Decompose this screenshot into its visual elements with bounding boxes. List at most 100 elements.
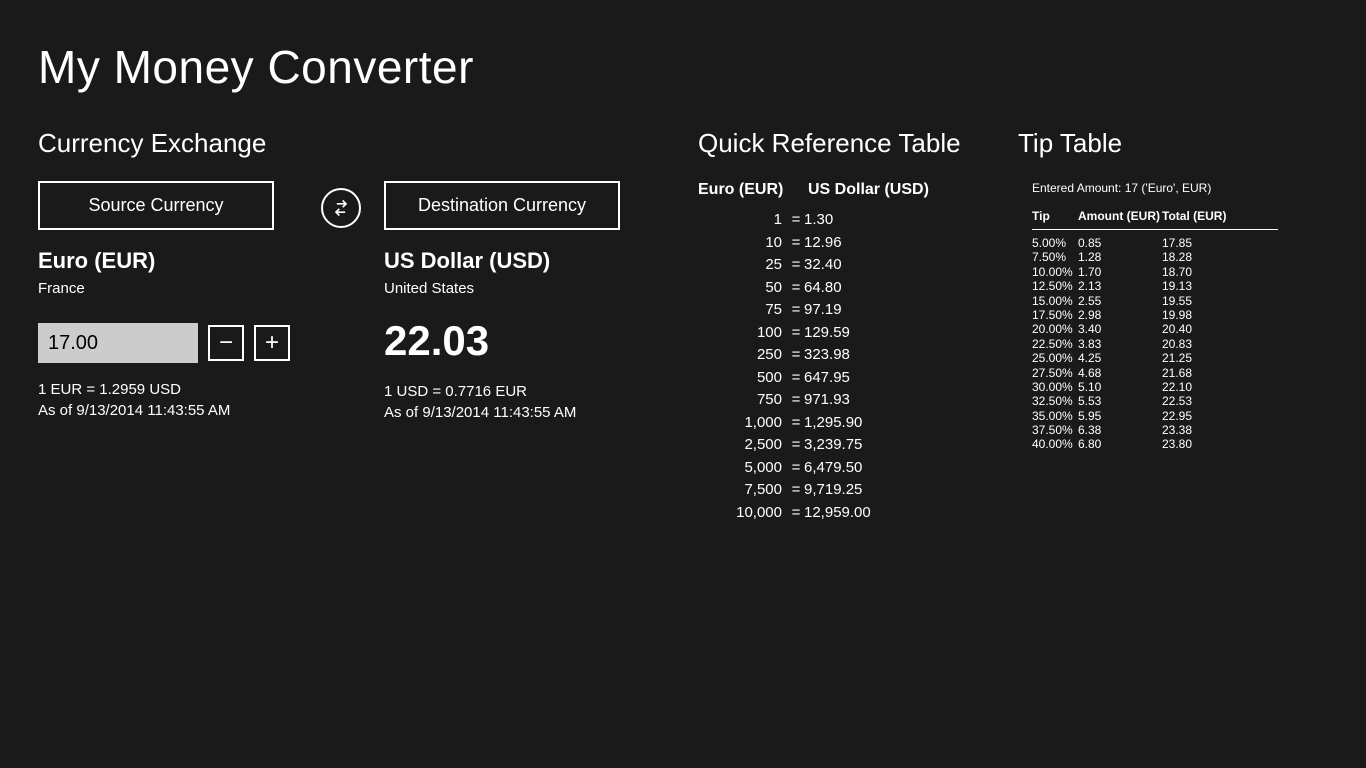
quickref-row: 10,000=12,959.00: [698, 502, 978, 525]
quickref-row: 500=647.95: [698, 367, 978, 390]
app-title: My Money Converter: [38, 40, 1328, 94]
tip-entered-amount: Entered Amount: 17 ('Euro', EUR): [1032, 181, 1278, 195]
quickref-eur: 2,500: [698, 434, 788, 457]
tip-amount: 1.28: [1078, 250, 1162, 264]
tip-total: 20.40: [1162, 322, 1232, 336]
quickref-usd: 12.96: [804, 232, 842, 255]
tip-row: 27.50%4.6821.68: [1032, 366, 1278, 380]
quickref-row: 750=971.93: [698, 389, 978, 412]
quickref-eur: 5,000: [698, 457, 788, 480]
tip-percent: 30.00%: [1032, 380, 1078, 394]
quickref-usd: 1.30: [804, 209, 833, 232]
source-asof: As of 9/13/2014 11:43:55 AM: [38, 402, 298, 419]
tip-row: 7.50%1.2818.28: [1032, 250, 1278, 264]
equals-sign: =: [788, 389, 804, 412]
plus-icon: +: [265, 331, 279, 355]
decrement-button[interactable]: −: [208, 325, 244, 361]
tip-total: 18.70: [1162, 265, 1232, 279]
source-currency-country: France: [38, 280, 298, 297]
destination-currency-button[interactable]: Destination Currency: [384, 181, 620, 230]
quickref-eur: 1: [698, 209, 788, 232]
equals-sign: =: [788, 322, 804, 345]
tip-row: 25.00%4.2521.25: [1032, 351, 1278, 365]
tip-amount: 5.95: [1078, 409, 1162, 423]
tip-percent: 17.50%: [1032, 308, 1078, 322]
tip-amount: 2.55: [1078, 294, 1162, 308]
dest-asof: As of 9/13/2014 11:43:55 AM: [384, 404, 644, 421]
tip-row: 10.00%1.7018.70: [1032, 265, 1278, 279]
equals-sign: =: [788, 457, 804, 480]
tip-percent: 10.00%: [1032, 265, 1078, 279]
tip-percent: 7.50%: [1032, 250, 1078, 264]
swap-button[interactable]: [321, 188, 361, 228]
tip-header-tip: Tip: [1032, 209, 1078, 223]
tip-row: 30.00%5.1022.10: [1032, 380, 1278, 394]
equals-sign: =: [788, 344, 804, 367]
equals-sign: =: [788, 434, 804, 457]
source-currency-button[interactable]: Source Currency: [38, 181, 274, 230]
tip-amount: 2.98: [1078, 308, 1162, 322]
equals-sign: =: [788, 232, 804, 255]
quickref-usd: 3,239.75: [804, 434, 862, 457]
swap-icon: [331, 198, 351, 218]
tip-total: 22.10: [1162, 380, 1232, 394]
tip-section-title: Tip Table: [1018, 128, 1278, 159]
quickref-row: 1,000=1,295.90: [698, 412, 978, 435]
dest-currency-country: United States: [384, 280, 644, 297]
quickref-usd: 647.95: [804, 367, 850, 390]
quickref-eur: 50: [698, 277, 788, 300]
tip-total: 18.28: [1162, 250, 1232, 264]
tip-row: 37.50%6.3823.38: [1032, 423, 1278, 437]
tip-row: 17.50%2.9819.98: [1032, 308, 1278, 322]
quickref-section-title: Quick Reference Table: [698, 128, 978, 159]
tip-row: 5.00%0.8517.85: [1032, 236, 1278, 250]
quickref-usd: 32.40: [804, 254, 842, 277]
tip-header-amount: Amount (EUR): [1078, 209, 1162, 223]
exchange-section-title: Currency Exchange: [38, 128, 658, 159]
tip-total: 22.95: [1162, 409, 1232, 423]
tip-total: 22.53: [1162, 394, 1232, 408]
tip-percent: 12.50%: [1032, 279, 1078, 293]
tip-total: 23.38: [1162, 423, 1232, 437]
quickref-row: 75=97.19: [698, 299, 978, 322]
quickref-eur: 75: [698, 299, 788, 322]
tip-total: 17.85: [1162, 236, 1232, 250]
tip-total: 21.68: [1162, 366, 1232, 380]
tip-amount: 3.40: [1078, 322, 1162, 336]
tip-percent: 15.00%: [1032, 294, 1078, 308]
dest-rate: 1 USD = 0.7716 EUR: [384, 383, 644, 400]
tip-percent: 5.00%: [1032, 236, 1078, 250]
tip-percent: 22.50%: [1032, 337, 1078, 351]
tip-row: 40.00%6.8023.80: [1032, 437, 1278, 451]
tip-row: 32.50%5.5322.53: [1032, 394, 1278, 408]
quickref-row: 10=12.96: [698, 232, 978, 255]
quickref-row: 250=323.98: [698, 344, 978, 367]
equals-sign: =: [788, 277, 804, 300]
quickref-eur: 100: [698, 322, 788, 345]
tip-percent: 32.50%: [1032, 394, 1078, 408]
quickref-usd: 129.59: [804, 322, 850, 345]
tip-amount: 4.68: [1078, 366, 1162, 380]
tip-percent: 35.00%: [1032, 409, 1078, 423]
tip-amount: 5.10: [1078, 380, 1162, 394]
tip-percent: 20.00%: [1032, 322, 1078, 336]
tip-total: 19.98: [1162, 308, 1232, 322]
tip-amount: 5.53: [1078, 394, 1162, 408]
tip-percent: 25.00%: [1032, 351, 1078, 365]
quickref-row: 7,500=9,719.25: [698, 479, 978, 502]
equals-sign: =: [788, 367, 804, 390]
quickref-row: 25=32.40: [698, 254, 978, 277]
quickref-eur: 25: [698, 254, 788, 277]
equals-sign: =: [788, 412, 804, 435]
quickref-col2-header: US Dollar (USD): [808, 181, 929, 199]
quickref-row: 50=64.80: [698, 277, 978, 300]
increment-button[interactable]: +: [254, 325, 290, 361]
quickref-usd: 323.98: [804, 344, 850, 367]
amount-input[interactable]: [38, 323, 198, 363]
converted-amount: 22.03: [384, 317, 644, 365]
tip-percent: 40.00%: [1032, 437, 1078, 451]
tip-amount: 4.25: [1078, 351, 1162, 365]
tip-amount: 6.38: [1078, 423, 1162, 437]
tip-amount: 2.13: [1078, 279, 1162, 293]
quickref-usd: 12,959.00: [804, 502, 871, 525]
